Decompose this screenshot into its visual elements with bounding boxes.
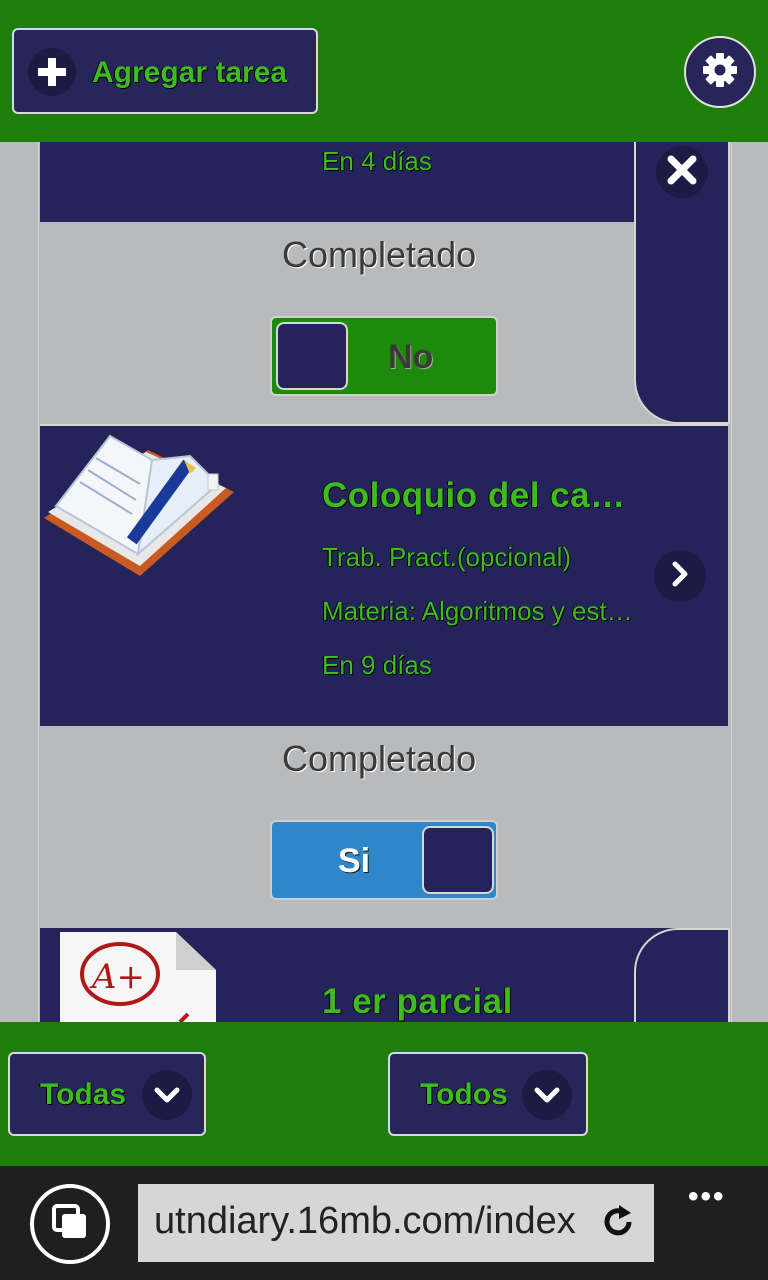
task-card[interactable]: En 4 días (40, 142, 728, 222)
top-toolbar: Agregar tarea (0, 0, 768, 142)
completed-toggle[interactable]: Si (270, 820, 498, 900)
task-due: En 9 días (322, 650, 432, 680)
svg-text:A+: A+ (89, 957, 145, 997)
task-type: Trab. Pract.(opcional) (322, 542, 572, 572)
more-options-button[interactable]: ••• (688, 1180, 726, 1214)
graded-paper-icon: A+ (60, 930, 216, 1022)
refresh-icon (599, 1203, 637, 1246)
toggle-label: No (388, 338, 434, 376)
delete-task-button[interactable] (656, 146, 708, 198)
task-side-panel (634, 928, 730, 1022)
task-side-panel (634, 142, 730, 424)
filter-label: Todos (420, 1078, 508, 1111)
tabs-icon (50, 1202, 90, 1247)
gear-icon (701, 51, 739, 94)
task-list[interactable]: En 4 días Completado No Coloquio del ca…… (0, 142, 768, 1022)
completed-label: Completado (282, 234, 477, 275)
completed-toggle[interactable]: No (270, 316, 498, 396)
chevron-right-icon (666, 560, 694, 593)
settings-button[interactable] (684, 36, 756, 108)
filter-dropdown-todos[interactable]: Todos (388, 1052, 588, 1136)
toggle-label: Si (338, 842, 371, 880)
add-task-button[interactable]: Agregar tarea (12, 28, 318, 114)
bottom-toolbar: Todas Todos (0, 1022, 768, 1166)
task-title: Coloquio del ca… (322, 476, 626, 515)
chevron-down-icon (522, 1070, 572, 1120)
open-task-button[interactable] (654, 550, 706, 602)
add-task-label: Agregar tarea (92, 56, 288, 89)
task-card[interactable]: Coloquio del ca… Trab. Pract.(opcional) … (40, 424, 728, 726)
open-book-icon (40, 426, 236, 591)
completed-label: Completado (282, 738, 477, 779)
browser-bar: utndiary.16mb.com/index ••• (0, 1166, 768, 1280)
chevron-down-icon (142, 1070, 192, 1120)
tabs-button[interactable] (30, 1184, 110, 1264)
filter-dropdown-todas[interactable]: Todas (8, 1052, 206, 1136)
task-subject: Materia: Algoritmos y est… (322, 596, 633, 626)
url-text: utndiary.16mb.com/index (154, 1200, 576, 1242)
plus-icon (28, 48, 76, 96)
filter-label: Todas (40, 1078, 127, 1111)
task-title: 1 er parcial (322, 982, 513, 1021)
task-due: En 4 días (322, 146, 432, 176)
refresh-button[interactable] (596, 1202, 640, 1246)
toggle-knob (276, 322, 348, 390)
toggle-knob (422, 826, 494, 894)
close-icon (665, 153, 699, 192)
task-card[interactable]: A+ 1 er parcial (40, 928, 728, 1022)
address-bar[interactable]: utndiary.16mb.com/index (138, 1184, 654, 1262)
